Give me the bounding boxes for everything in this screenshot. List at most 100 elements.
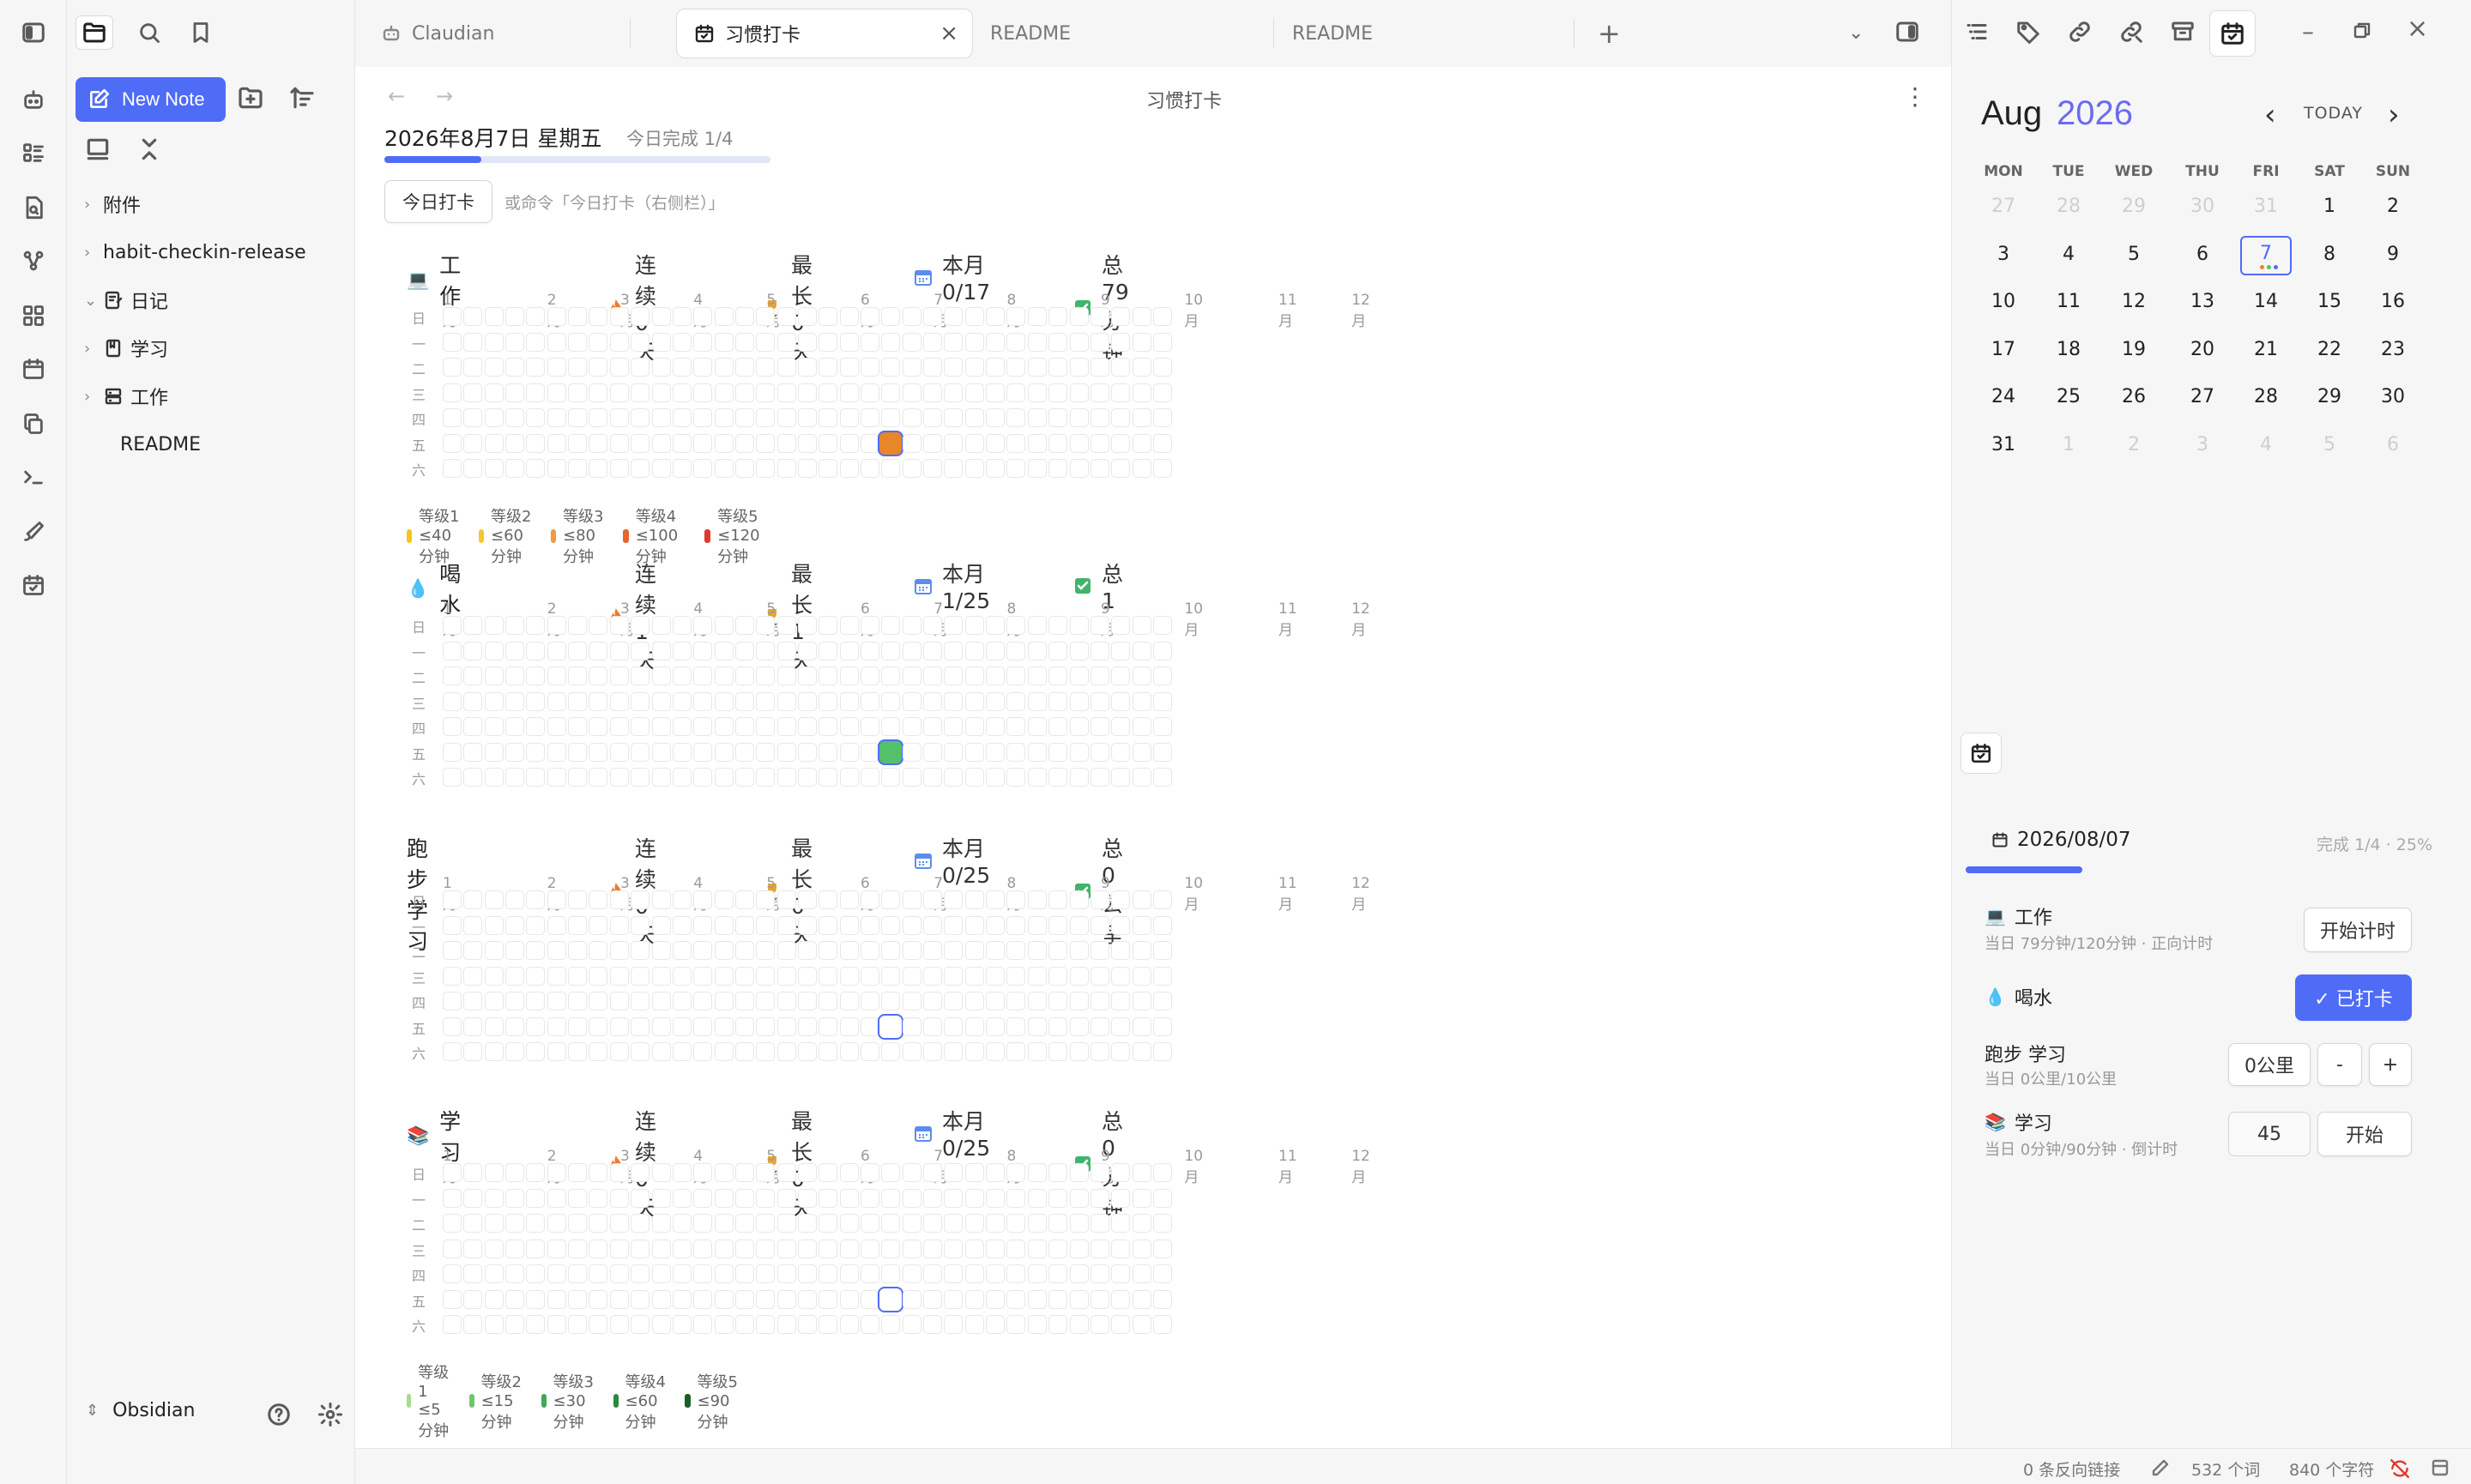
heatmap-cell[interactable] [672, 941, 692, 960]
heatmap-cell[interactable] [693, 915, 713, 935]
tab-readme-2[interactable]: README [1292, 9, 1524, 58]
heatmap-cell[interactable] [568, 1239, 588, 1258]
heatmap-cell[interactable] [839, 691, 859, 711]
heatmap-cell[interactable] [505, 667, 525, 685]
heatmap-cell[interactable] [1132, 1188, 1151, 1208]
heatmap-cell[interactable] [923, 768, 943, 787]
heatmap-cell[interactable] [964, 332, 984, 352]
heatmap-cell[interactable] [964, 717, 984, 736]
heatmap-cell[interactable] [547, 768, 566, 787]
backlink-icon[interactable] [2067, 19, 2093, 45]
heatmap-cell[interactable] [1152, 691, 1172, 711]
heatmap-cell[interactable] [734, 1315, 754, 1334]
tab-habit-checkin[interactable]: 习惯打卡 × [676, 9, 973, 58]
heatmap-cell[interactable] [1132, 768, 1151, 787]
heatmap-cell[interactable] [631, 941, 650, 960]
heatmap-cell[interactable] [547, 459, 566, 478]
heatmap-cell[interactable] [986, 768, 1006, 787]
heatmap-cell[interactable] [861, 433, 879, 453]
heatmap-cell[interactable] [944, 717, 964, 736]
heatmap-cell[interactable] [756, 1289, 776, 1309]
heatmap-cell[interactable] [1027, 966, 1047, 986]
heatmap-cell[interactable] [1152, 1214, 1172, 1233]
sync-error-icon[interactable] [2389, 1457, 2411, 1480]
heatmap-cell[interactable] [672, 667, 692, 685]
heatmap-cell[interactable] [1006, 1214, 1026, 1233]
heatmap-cell[interactable] [964, 966, 984, 986]
heatmap-cell[interactable] [505, 1239, 525, 1258]
heatmap-cell[interactable] [463, 1264, 483, 1283]
heatmap-cell[interactable] [714, 1315, 734, 1334]
heatmap-cell[interactable] [589, 742, 608, 762]
calendar-day[interactable]: 23 [2367, 339, 2419, 360]
heatmap-cell[interactable] [839, 459, 859, 478]
heatmap-cell[interactable] [797, 1239, 817, 1258]
heatmap-cell[interactable] [547, 408, 566, 427]
heatmap-cell[interactable] [526, 691, 546, 711]
heatmap-cell[interactable] [1048, 616, 1068, 635]
heatmap-cell[interactable] [964, 992, 984, 1010]
calendar-day[interactable]: 17 [1978, 339, 2029, 360]
heatmap-cell[interactable] [881, 358, 901, 377]
heatmap-cell[interactable] [672, 1016, 692, 1036]
heatmap-cell[interactable] [881, 641, 901, 661]
heatmap-cell[interactable] [443, 307, 462, 326]
heatmap-cell[interactable] [923, 1042, 943, 1061]
heatmap-cell[interactable] [1048, 641, 1068, 661]
heatmap-cell[interactable] [651, 1315, 671, 1334]
calendar-day[interactable]: 30 [2177, 196, 2228, 217]
heatmap-cell[interactable] [568, 1016, 588, 1036]
heatmap-cell[interactable] [797, 966, 817, 986]
heatmap-cell[interactable] [631, 966, 650, 986]
heatmap-cell[interactable] [693, 408, 713, 427]
heatmap-cell[interactable] [463, 1289, 483, 1309]
close-icon[interactable]: × [939, 21, 958, 46]
heatmap-cell[interactable] [964, 1188, 984, 1208]
heatmap-cell[interactable] [881, 408, 901, 427]
heatmap-cell[interactable] [734, 1163, 754, 1182]
heatmap-cell[interactable] [1090, 717, 1109, 736]
heatmap-cell[interactable] [693, 459, 713, 478]
heatmap-cell[interactable] [756, 358, 776, 377]
heatmap-cell[interactable] [714, 307, 734, 326]
calendar-day[interactable]: 11 [2043, 291, 2094, 312]
heatmap-cell[interactable] [734, 1042, 754, 1061]
calendar-check-icon[interactable] [1960, 733, 2002, 774]
calendar-day[interactable]: 26 [2108, 386, 2160, 407]
heatmap-cell-today[interactable] [878, 1013, 904, 1040]
calendar-day[interactable]: 27 [2177, 386, 2228, 407]
heatmap-cell[interactable] [797, 742, 817, 762]
outgoing-link-icon[interactable] [2118, 19, 2144, 45]
heatmap-cell[interactable] [589, 307, 608, 326]
heatmap-cell[interactable] [672, 616, 692, 635]
heatmap-cell[interactable] [734, 941, 754, 960]
heatmap-cell[interactable] [1152, 1289, 1172, 1309]
heatmap-cell[interactable] [463, 383, 483, 402]
heatmap-cell[interactable] [1006, 1016, 1026, 1036]
bookmark-icon[interactable] [182, 15, 220, 50]
heatmap-cell[interactable] [1111, 358, 1131, 377]
heatmap-cell[interactable] [944, 307, 964, 326]
heatmap-cell[interactable] [1090, 667, 1109, 685]
heatmap-cell[interactable] [923, 992, 943, 1010]
heatmap-cell[interactable] [734, 307, 754, 326]
calendar-day[interactable]: 31 [1978, 434, 2029, 455]
heatmap-cell[interactable] [609, 915, 629, 935]
heatmap-cell[interactable] [986, 966, 1006, 986]
tree-folder-habit-checkin-release[interactable]: › habit-checkin-release [84, 235, 306, 269]
heatmap-cell[interactable] [1048, 992, 1068, 1010]
heatmap-cell[interactable] [651, 915, 671, 935]
next-month-icon[interactable]: › [2388, 98, 2400, 132]
heatmap-cell[interactable] [484, 1016, 504, 1036]
heatmap-cell[interactable] [776, 459, 796, 478]
calendar-day[interactable]: 1 [2304, 196, 2355, 217]
heatmap-cell[interactable] [1152, 768, 1172, 787]
heatmap-cell[interactable] [797, 915, 817, 935]
heatmap-cell[interactable] [714, 742, 734, 762]
heatmap-cell[interactable] [1027, 992, 1047, 1010]
heatmap-cell[interactable] [881, 1163, 901, 1182]
heatmap-cell[interactable] [1069, 1188, 1089, 1208]
heatmap-cell[interactable] [672, 717, 692, 736]
heatmap-cell[interactable] [902, 992, 921, 1010]
heatmap-cell[interactable] [734, 408, 754, 427]
